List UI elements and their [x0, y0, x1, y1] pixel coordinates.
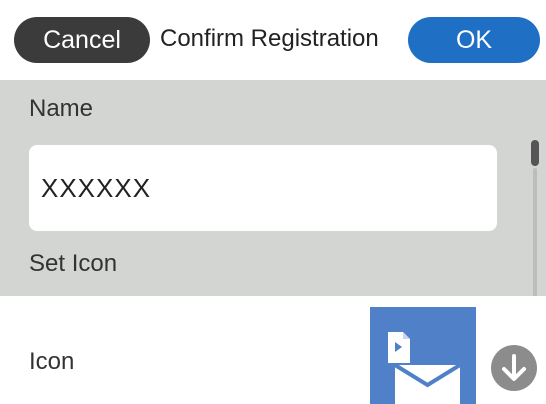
header-bar: Cancel Confirm Registration OK — [0, 0, 546, 80]
page-title: Confirm Registration — [160, 25, 379, 52]
confirm-registration-screen: Cancel Confirm Registration OK Name XXXX… — [0, 0, 546, 404]
scroll-thumb[interactable] — [531, 140, 539, 166]
name-field[interactable]: XXXXXX — [29, 145, 497, 231]
document-to-email-icon-graphic — [388, 332, 462, 404]
scroll-down-button[interactable] — [491, 345, 537, 391]
document-to-email-icon[interactable] — [370, 307, 476, 404]
name-label: Name — [29, 95, 94, 122]
icon-label: Icon — [29, 348, 75, 375]
ok-button[interactable]: OK — [408, 17, 540, 63]
arrow-down-icon — [502, 354, 526, 381]
cancel-button[interactable]: Cancel — [14, 17, 150, 63]
set-icon-heading: Set Icon — [29, 250, 118, 277]
